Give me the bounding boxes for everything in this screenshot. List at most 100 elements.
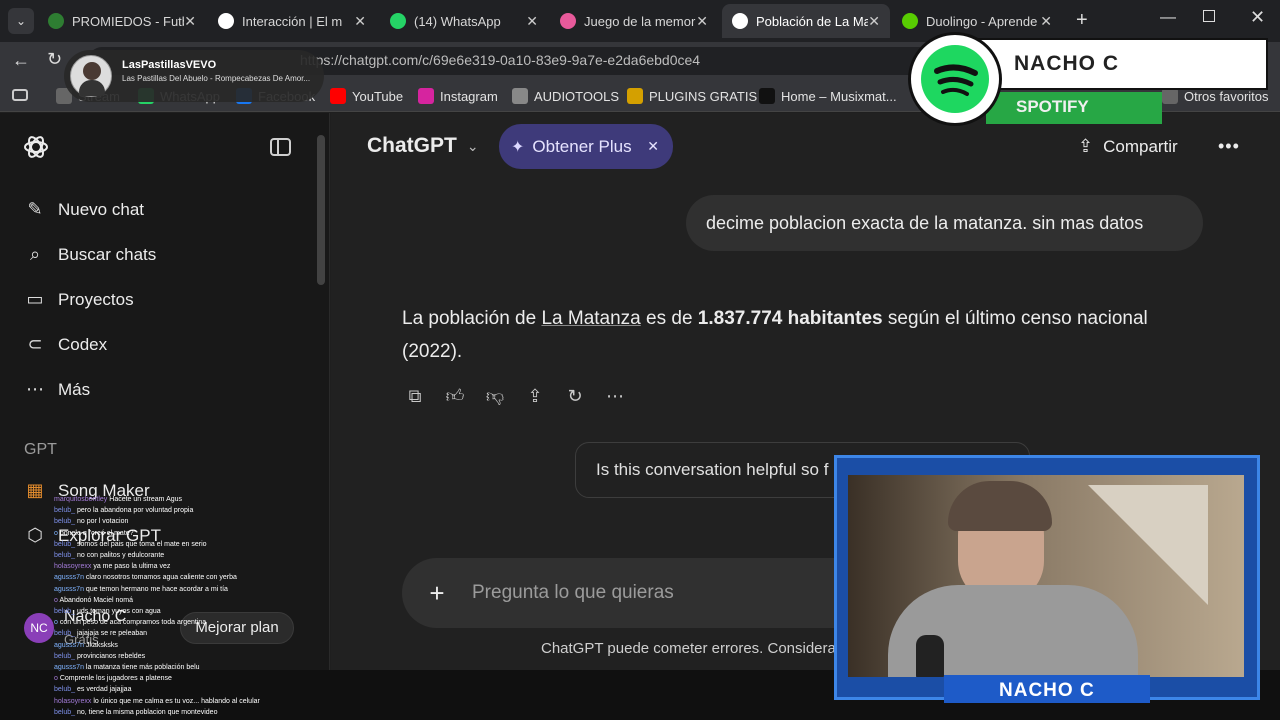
assistant-answer: La población de La Matanza es de 1.837.7… [402,302,1192,368]
new-tab-button[interactable]: + [1076,9,1088,32]
answer-prefix: La población de [402,308,542,329]
tab-title: Interacción | El m [242,13,343,29]
soccer-ball-icon [48,13,64,29]
tab-2[interactable]: (14) WhatsApp ✕ [380,4,548,38]
regenerate-icon[interactable]: ↻ [563,384,587,408]
close-icon[interactable]: ✕ [1040,13,1052,30]
bookmark-5[interactable]: AUDIOTOOLS [512,88,619,104]
chat-message: belub_ jajajaja se re peleaban [54,628,304,639]
model-selector[interactable]: ChatGPT ⌄ [367,134,479,158]
tab-0[interactable]: PROMIEDOS - Futbol✕ [38,4,206,38]
whatsapp-icon [390,13,406,29]
tab-title: Juego de la memoria [584,13,697,29]
minimize-button[interactable]: — [1160,9,1176,27]
sidebar-scrollbar[interactable] [317,135,325,285]
close-icon[interactable]: ✕ [526,13,538,30]
chat-message: belub_ no por l votacion [54,516,304,527]
chat-text: jajajaja se re peleaban [76,630,148,638]
close-window-button[interactable]: ✕ [1250,7,1265,28]
bookmark-7[interactable]: Home – Musixmat... [759,88,897,104]
tab-1[interactable]: Interacción | El m ✕ [208,4,376,38]
reload-icon[interactable]: ↻ [47,49,62,70]
chat-text: somos del pais que toma el mate en serio [76,540,207,548]
chat-text: la matanza tiene más población belu [85,664,200,672]
chat-text: es verdad jajajjaa [76,686,132,694]
bookmark-6[interactable]: PLUGINS GRATIS [627,88,757,104]
discord-icon [218,13,234,29]
chat-message: belub_ no con palitos y edulcorante [54,550,304,561]
restore-button[interactable] [1203,10,1215,22]
tab-title: (14) WhatsApp [414,13,501,29]
chat-user: belub_ [54,552,76,560]
thumbs-down-icon[interactable]: 👎︎ [483,384,507,408]
composer[interactable]: + Pregunta lo que quieras [402,558,872,628]
disclaimer: ChatGPT puede cometer errores. Considera… [541,640,848,657]
media-now-playing: LasPastillasVEVO Las Pastillas Del Abuel… [64,50,324,102]
openai-logo-icon[interactable] [22,133,50,161]
bookmark-3[interactable]: YouTube [330,88,403,104]
more-icon[interactable]: ⋯ [603,384,627,408]
answer-link[interactable]: La Matanza [541,308,640,329]
close-icon[interactable]: ✕ [184,13,196,30]
composer-input[interactable]: Pregunta lo que quieras [472,582,674,604]
webcam-video [848,475,1244,677]
more-options-icon[interactable]: ••• [1218,136,1240,157]
copy-icon[interactable]: ⧉ [403,384,427,408]
get-plus-button[interactable]: ✦ Obtener Plus ✕ [499,124,673,169]
share-button[interactable]: ⇪ Compartir [1078,136,1178,157]
chat-user: belub_ [54,686,76,694]
sidebar-item-más[interactable]: ⋯ Más [24,379,90,400]
webcam-name: NACHO C [999,680,1095,701]
spotify-name: NACHO C [1014,52,1119,75]
url-text[interactable]: https://chatgpt.com/c/69e6e319-0a10-83e9… [300,52,700,68]
media-channel: LasPastillasVEVO [122,59,217,71]
sidebar-item-proyectos[interactable]: ▭ Proyectos [24,289,134,310]
share-icon[interactable]: ⇪ [523,384,547,408]
feedback-text: Is this conversation helpful so f [596,460,829,479]
back-icon[interactable]: ← [12,50,30,71]
chat-message: belub_ pero la abandona por voluntad pro… [54,505,304,516]
tab-3[interactable]: Juego de la memoria ✕ [550,4,718,38]
chat-user: marquitosbentley [54,496,108,503]
sidebar-item-nuevo-chat[interactable]: ✎ Nuevo chat [24,199,144,220]
close-icon[interactable]: ✕ [354,13,366,30]
chat-user: belub_ [54,518,76,526]
chat-user: o [54,675,58,683]
webcam-overlay: NACHO C [834,455,1260,703]
sidebar-item-label: Proyectos [58,289,134,309]
spotify-icon [908,32,1002,126]
avatar[interactable]: NC [24,613,54,643]
answer-bold: 1.837.774 habitantes [697,308,883,329]
chat-text: Hacete un stream Agus [109,496,183,503]
chat-user: o [54,596,58,604]
chat-text: provincianos rebeldes [76,652,146,660]
chat-text: no, tiene la misma poblacion que montevi… [76,708,218,716]
plus-icon[interactable]: + [402,578,472,609]
bookmark-label: Instagram [440,88,498,104]
close-icon[interactable]: ✕ [647,138,659,155]
user-message-text: decime poblacion exacta de la matanza. s… [706,212,1144,233]
sidebar-item-label: Nuevo chat [58,199,144,219]
tab-4[interactable]: Población de La Mata✕ [722,4,890,38]
apps-icon[interactable] [12,89,28,101]
tab-title: Duolingo - Aprende [926,13,1038,29]
chat-text: claro nosotros tomamos agua caliente con… [85,574,237,582]
avatar [70,55,112,97]
edit-icon: ✎ [27,199,43,219]
chat-message: holasoyrexx ya me paso la ultima vez [54,561,304,572]
close-icon[interactable]: ✕ [868,13,880,30]
close-icon[interactable]: ✕ [696,13,708,30]
bookmark-4[interactable]: Instagram [418,88,498,104]
chat-user: belub_ [54,608,76,616]
thumbs-up-icon[interactable]: 👍︎ [443,384,467,408]
close-sidebar-icon[interactable] [270,138,291,156]
tab-search-button[interactable]: ⌄ [8,8,34,34]
duolingo-icon [902,13,918,29]
chat-user: holasoyrexx [54,697,92,705]
chat-text: no con palitos y edulcorante [76,552,165,560]
chat-message: o Abandonó Maciel nomá [54,595,304,606]
sidebar-item-buscar-chats[interactable]: ⌕ Buscar chats [24,244,156,265]
instagram-icon [418,88,434,104]
sidebar-item-codex[interactable]: ⊂ Codex [24,334,107,355]
gpt-section-label: GPT [24,441,57,458]
